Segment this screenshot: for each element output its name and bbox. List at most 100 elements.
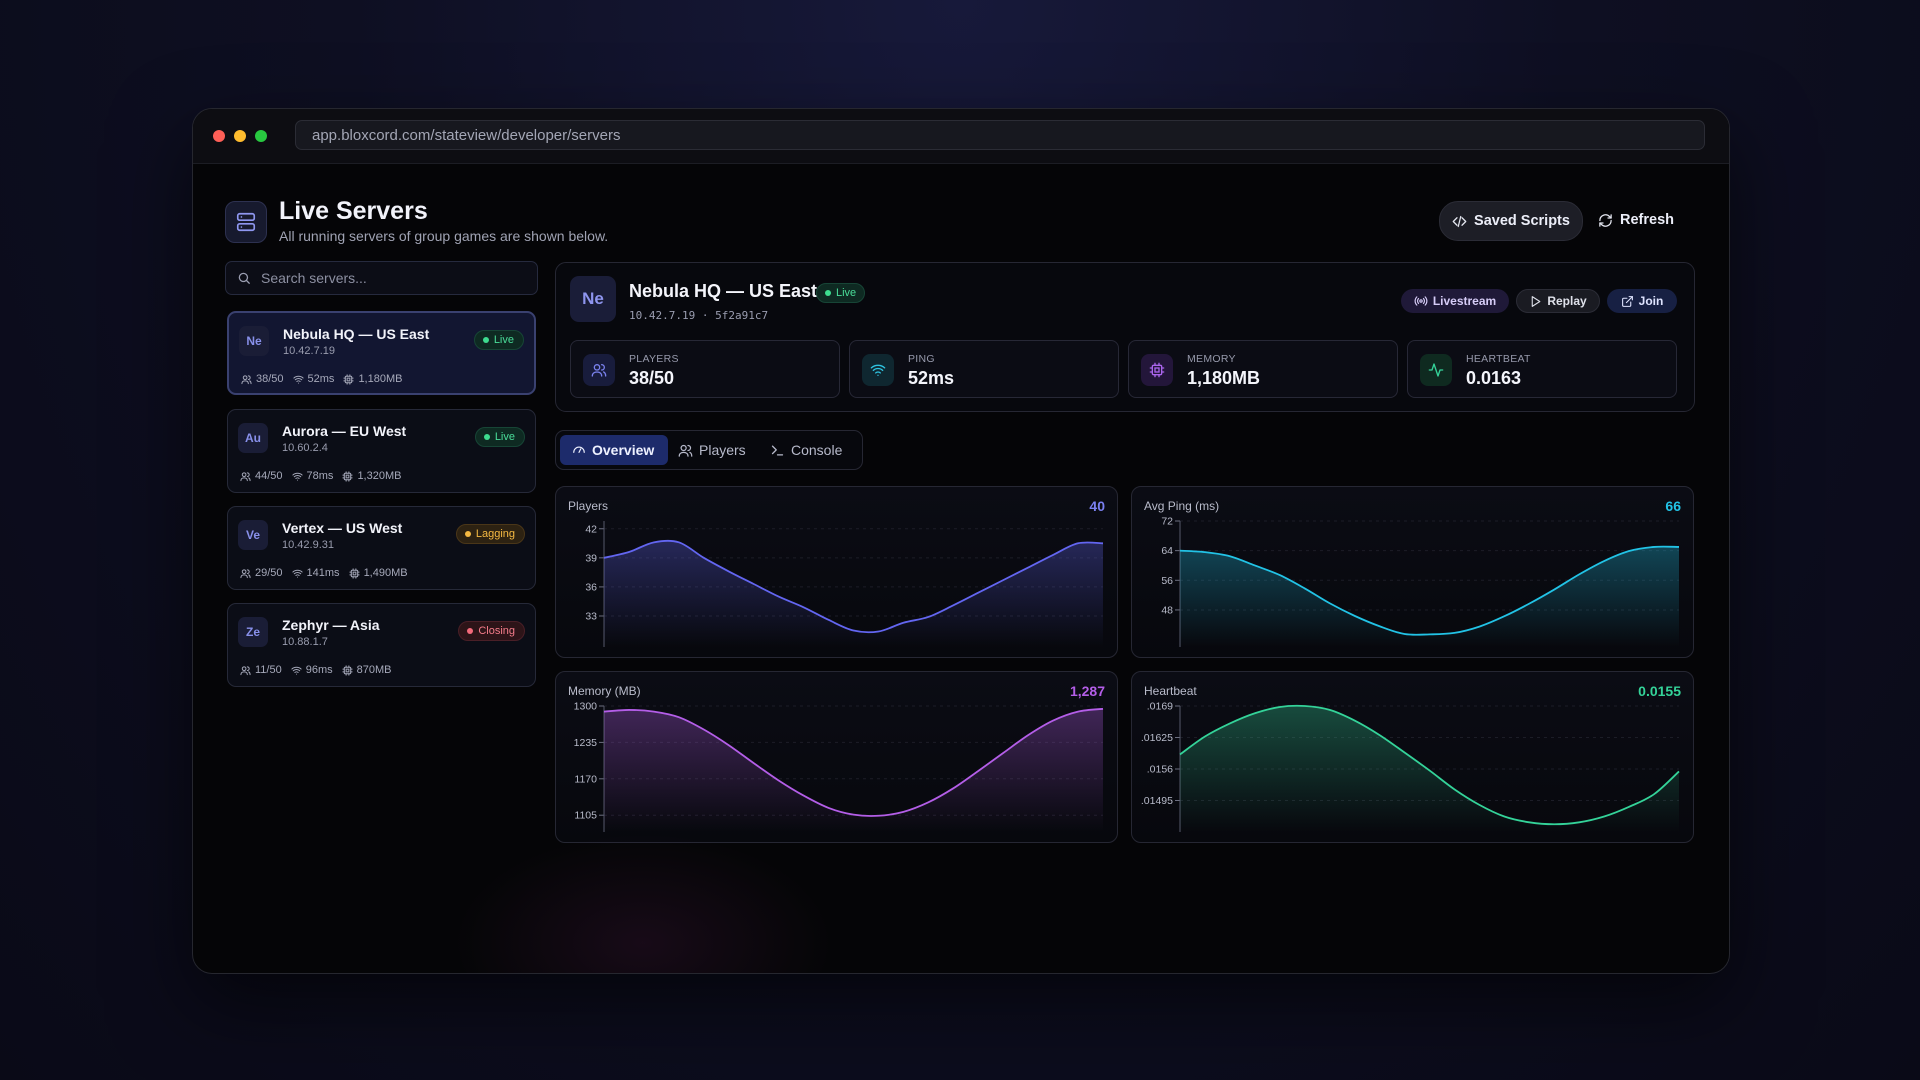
join-label: Join: [1638, 294, 1664, 308]
search-icon: [238, 272, 250, 284]
chart-card-players: Players 40 42 39 36 33: [555, 486, 1118, 658]
stat-value: 1,180MB: [1187, 368, 1261, 388]
wifi-icon: [291, 666, 302, 675]
status-label: Live: [493, 334, 514, 346]
y-tick-label: 39: [585, 552, 597, 564]
saved-scripts-button[interactable]: Saved Scripts: [1439, 201, 1583, 241]
server-card[interactable]: Au Aurora — EU West 10.60.2.4 Live 44/50 78ms…: [227, 409, 536, 493]
y-tick-label: 1300: [574, 701, 598, 713]
server-players: 38/50: [256, 373, 284, 385]
pulse-icon: [1420, 354, 1452, 386]
stat-value: 0.0163: [1466, 368, 1522, 388]
livestream-button[interactable]: Livestream: [1401, 289, 1509, 313]
server-card[interactable]: Ze Zephyr — Asia 10.88.1.7 Closing 11/50 96ms…: [227, 603, 536, 687]
server-ip: 10.60.2.4: [282, 442, 328, 454]
play-icon: [1532, 295, 1541, 307]
stat-label: HEARTBEAT: [1466, 353, 1531, 365]
stat-label: MEMORY: [1187, 353, 1236, 365]
tab-overview[interactable]: Overview: [560, 435, 668, 465]
browser-window: app.bloxcord.com/stateview/developer/ser…: [192, 108, 1730, 974]
server-ip: 10.88.1.7: [282, 636, 328, 648]
y-tick-label: .0169: [1147, 701, 1173, 713]
server-memory: 1,180MB: [358, 373, 403, 385]
players-chart: 42 39 36 33: [585, 521, 1104, 647]
address-bar[interactable]: app.bloxcord.com/stateview/developer/ser…: [295, 120, 1705, 150]
chart-card-avg-ping: Avg Ping (ms) 66 72 64 56 48: [1131, 486, 1694, 658]
y-tick-label: 72: [1161, 516, 1173, 528]
y-tick-label: .01625: [1141, 732, 1173, 744]
server-players: 44/50: [255, 470, 283, 482]
status-label: Live: [494, 431, 515, 443]
chip-icon: [342, 470, 354, 482]
y-tick-label: 42: [585, 523, 597, 535]
server-avatar: Ne: [239, 326, 269, 356]
stat-label: PING: [908, 353, 935, 365]
users-icon: [678, 444, 693, 457]
stat-card-ping: PING 52ms: [849, 340, 1119, 398]
search-box: [225, 261, 538, 295]
tab-label: Console: [791, 442, 843, 458]
y-tick-label: 1170: [574, 773, 597, 785]
tab-label: Overview: [592, 442, 655, 458]
chip-icon: [342, 664, 353, 676]
y-tick-label: 56: [1161, 575, 1173, 587]
stat-label: PLAYERS: [629, 353, 679, 365]
status-dot: [467, 628, 474, 634]
avg-ping-chart: 72 64 56 48: [1161, 516, 1680, 647]
y-tick-label: .0156: [1147, 764, 1173, 776]
server-stats: 11/50 96ms 870MB: [240, 664, 391, 676]
close-window-button[interactable]: [213, 130, 225, 142]
stat-card-players: PLAYERS 38/50: [570, 340, 840, 398]
server-ping: 141ms: [306, 567, 340, 579]
users-icon: [241, 374, 252, 384]
y-tick-label: 48: [1161, 604, 1173, 616]
server-ping: 96ms: [305, 664, 333, 676]
users-icon: [240, 568, 251, 578]
tab-bar: Overview Players Console: [555, 430, 863, 470]
stat-value: 52ms: [908, 368, 955, 388]
chart-card-heartbeat: Heartbeat 0.0155 .0169.01625.0156.01495: [1131, 671, 1694, 843]
livestream-label: Livestream: [1432, 294, 1497, 308]
tab-console[interactable]: Console: [768, 435, 856, 465]
terminal-icon: [771, 445, 784, 455]
server-memory: 1,320MB: [357, 470, 402, 482]
replay-button[interactable]: Replay: [1516, 289, 1600, 313]
server-players: 29/50: [255, 567, 283, 579]
wifi-icon: [292, 375, 304, 384]
stat-card-heartbeat: HEARTBEAT 0.0163: [1407, 340, 1677, 398]
y-tick-label: 64: [1161, 545, 1173, 557]
chip-icon: [348, 567, 360, 579]
status-label: Lagging: [475, 528, 515, 540]
y-tick-label: 33: [585, 610, 597, 622]
code-icon: [1452, 215, 1467, 227]
search-input[interactable]: [259, 269, 533, 287]
server-detail-name: Nebula HQ — US East: [629, 281, 818, 301]
series-area: [604, 708, 1103, 832]
maximize-window-button[interactable]: [255, 130, 267, 142]
server-card[interactable]: Ve Vertex — US West 10.42.9.31 Lagging 29/50…: [227, 506, 536, 590]
server-name: Nebula HQ — US East: [283, 326, 430, 342]
server-memory: 1,490MB: [363, 567, 408, 579]
minimize-window-button[interactable]: [234, 130, 246, 142]
users-icon: [240, 471, 251, 481]
server-name: Vertex — US West: [282, 520, 403, 536]
chip-icon: [1141, 354, 1173, 386]
stat-card-memory: MEMORY 1,180MB: [1128, 340, 1398, 398]
status-badge: Live: [474, 427, 525, 447]
tab-players[interactable]: Players: [676, 435, 760, 465]
title-bar: app.bloxcord.com/stateview/developer/ser…: [193, 109, 1729, 164]
server-players: 11/50: [255, 664, 282, 676]
memory-chart: 1300 1235 1170 1105: [574, 701, 1104, 832]
server-memory: 870MB: [356, 664, 392, 676]
server-status-label: Live: [836, 287, 857, 299]
join-button[interactable]: Join: [1607, 289, 1677, 313]
server-ip: 10.42.7.19: [283, 345, 335, 357]
status-dot: [464, 531, 471, 537]
server-ping: 78ms: [306, 470, 334, 482]
replay-label: Replay: [1547, 294, 1587, 308]
server-status-badge: Live: [816, 283, 866, 303]
status-badge: Closing: [458, 621, 525, 641]
refresh-button[interactable]: Refresh: [1591, 201, 1681, 239]
server-card[interactable]: Ne Nebula HQ — US East 10.42.7.19 Live 38/50…: [227, 311, 536, 395]
server-stats: 38/50 52ms 1,180MB: [241, 373, 402, 385]
